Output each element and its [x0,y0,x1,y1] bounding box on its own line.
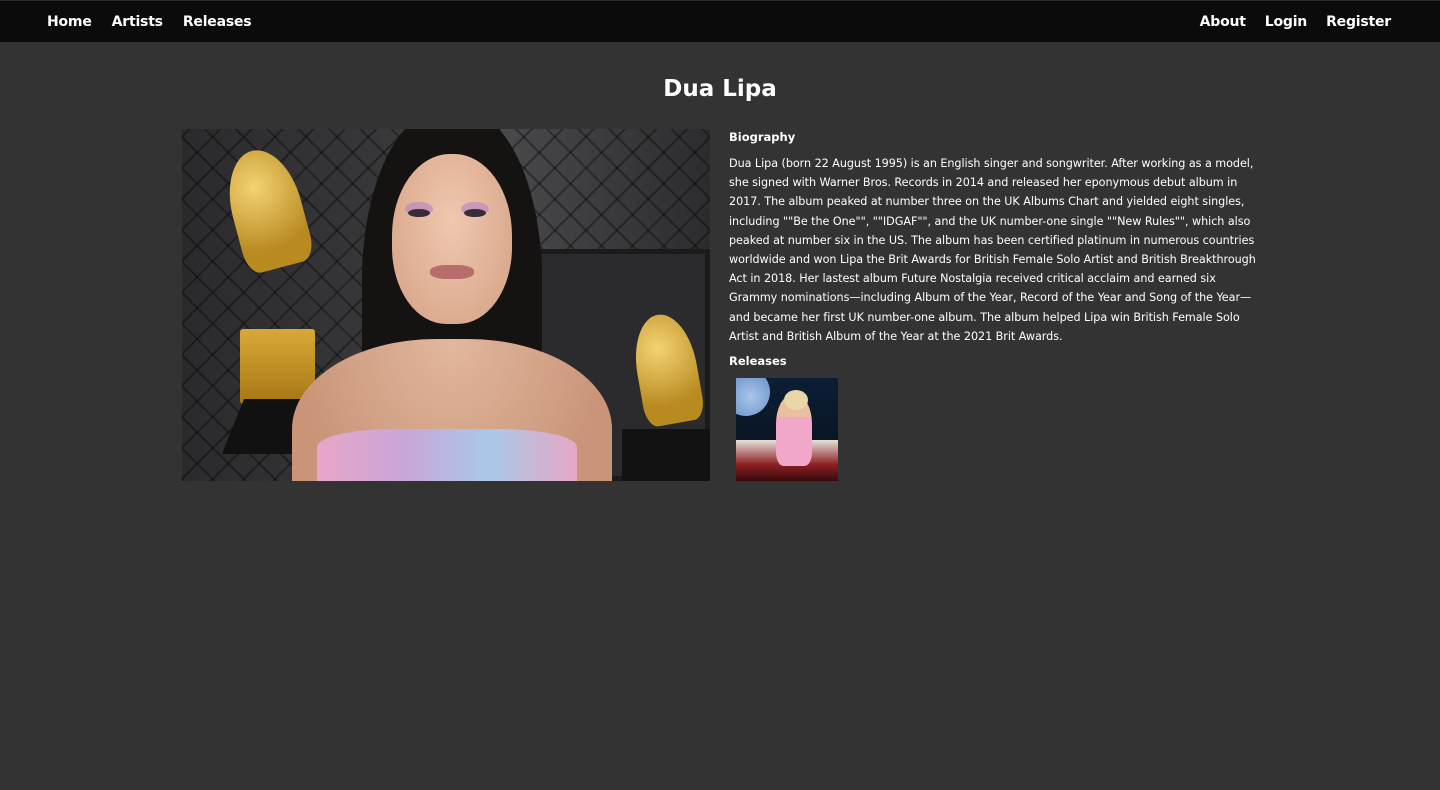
artist-photo [182,129,710,481]
artist-name-title: Dua Lipa [663,76,777,102]
biography-text: Dua Lipa (born 22 August 1995) is an Eng… [729,157,1256,343]
nav-home-link[interactable]: Home [47,14,92,30]
nav-register-link[interactable]: Register [1326,14,1391,30]
release-cover-future-nostalgia[interactable] [736,378,838,481]
artist-eye-left [408,209,430,217]
biography-heading: Biography [729,130,796,144]
cover-figure-hair [784,390,808,410]
artist-lips [430,265,474,279]
artist-eye-right [464,209,486,217]
nav-left: Home Artists Releases [47,1,271,43]
nav-releases-link[interactable]: Releases [183,14,252,30]
top-navbar: Home Artists Releases About Login Regist… [0,0,1440,42]
artist-face [392,154,512,324]
nav-login-link[interactable]: Login [1265,14,1308,30]
nav-about-link[interactable]: About [1200,14,1246,30]
nav-right: About Login Register [1181,1,1392,43]
releases-heading: Releases [729,354,787,368]
artist-dress [317,429,577,481]
nav-artists-link[interactable]: Artists [112,14,163,30]
grammy-trophy-stand-right [622,429,710,481]
